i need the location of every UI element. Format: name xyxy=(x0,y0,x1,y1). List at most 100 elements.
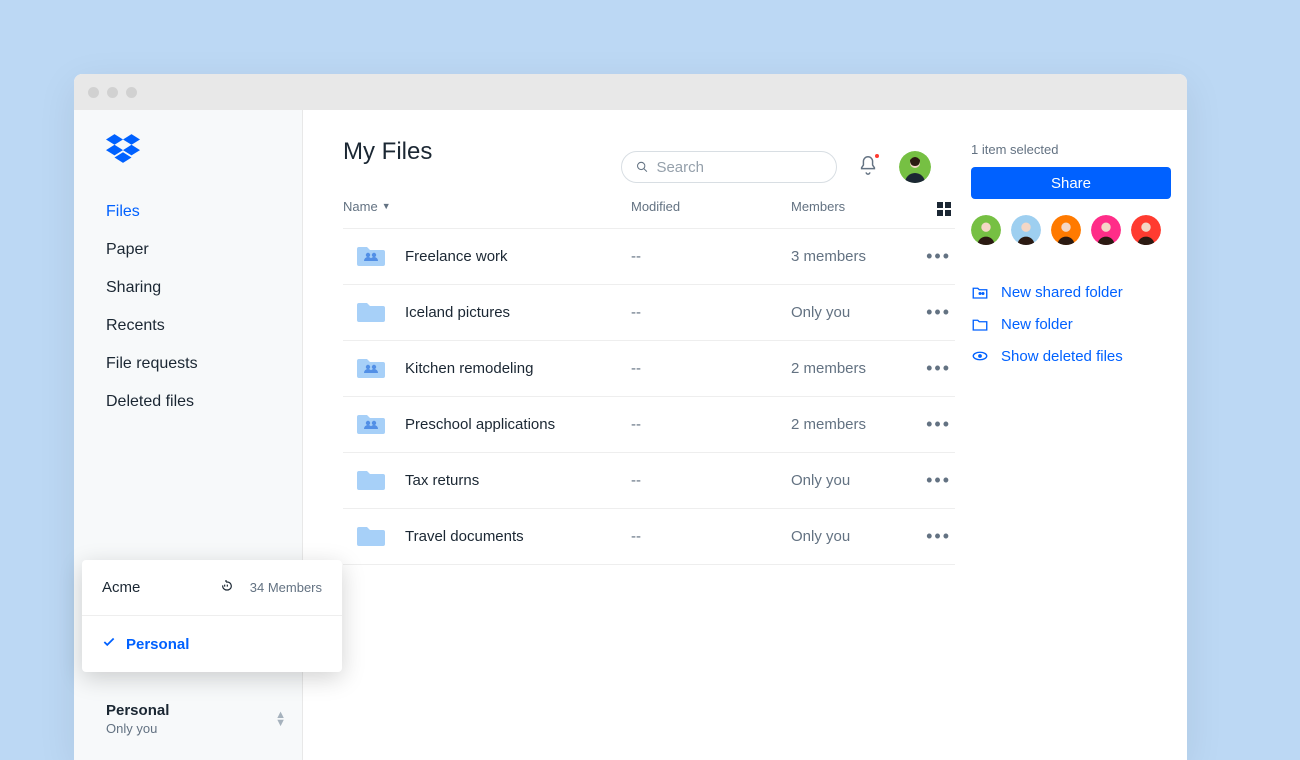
table-row[interactable]: Preschool applications --2 members••• xyxy=(343,397,955,453)
sidebar-item-sharing[interactable]: Sharing xyxy=(90,269,286,307)
column-members[interactable]: Members xyxy=(791,199,911,214)
file-modified: -- xyxy=(631,416,791,433)
file-table: Name ▼ Modified Members Freelance work --… xyxy=(343,196,955,565)
file-name-cell: Preschool applications xyxy=(343,411,631,439)
file-modified: -- xyxy=(631,248,791,265)
account-name: Personal xyxy=(106,702,169,719)
popover-item-acme[interactable]: Acme 34 Members xyxy=(82,560,342,616)
file-modified: -- xyxy=(631,528,791,545)
file-name: Freelance work xyxy=(405,248,508,265)
member-avatar[interactable] xyxy=(1051,215,1081,245)
member-avatar[interactable] xyxy=(1011,215,1041,245)
action-label: Show deleted files xyxy=(1001,348,1123,365)
file-name-cell: Travel documents xyxy=(343,523,631,551)
file-members: 2 members xyxy=(791,416,911,433)
page-title: My Files xyxy=(343,138,432,166)
popover-item-label: Personal xyxy=(126,636,322,653)
folder-icon xyxy=(357,355,385,383)
file-members: Only you xyxy=(791,472,911,489)
folder-icon xyxy=(357,467,385,495)
notification-dot xyxy=(873,152,881,160)
action-new-folder[interactable]: New folder xyxy=(971,315,1163,333)
table-row[interactable]: Iceland pictures--Only you••• xyxy=(343,285,955,341)
table-row[interactable]: Tax returns --Only you••• xyxy=(343,453,955,509)
folder-icon xyxy=(357,243,385,271)
row-more-button[interactable]: ••• xyxy=(911,358,951,379)
row-more-button[interactable]: ••• xyxy=(911,526,951,547)
table-header: Name ▼ Modified Members xyxy=(343,196,955,229)
action-list: New shared folder New folder Show deleted … xyxy=(971,283,1163,365)
dropbox-logo[interactable] xyxy=(74,134,302,193)
share-button[interactable]: Share xyxy=(971,167,1171,199)
eye-icon xyxy=(971,347,989,365)
file-modified: -- xyxy=(631,304,791,321)
file-name: Travel documents xyxy=(405,528,524,545)
sort-toggle-icon: ▲▼ xyxy=(275,711,286,727)
folder-icon xyxy=(357,411,385,439)
file-name: Tax returns xyxy=(405,472,479,489)
account-switcher[interactable]: Personal Only you ▲▼ xyxy=(106,702,286,736)
member-avatar[interactable] xyxy=(971,215,1001,245)
row-more-button[interactable]: ••• xyxy=(911,414,951,435)
search-icon xyxy=(636,160,648,174)
popover-item-personal[interactable]: Personal xyxy=(82,616,342,672)
file-name: Kitchen remodeling xyxy=(405,360,533,377)
search-box[interactable] xyxy=(621,151,837,183)
selection-count: 1 item selected xyxy=(971,142,1163,157)
traffic-light-close[interactable] xyxy=(88,87,99,98)
folder-icon xyxy=(357,523,385,551)
file-name: Preschool applications xyxy=(405,416,555,433)
sidebar-item-paper[interactable]: Paper xyxy=(90,231,286,269)
file-modified: -- xyxy=(631,472,791,489)
view-toggle[interactable] xyxy=(911,196,951,216)
file-members: 2 members xyxy=(791,360,911,377)
row-more-button[interactable]: ••• xyxy=(911,470,951,491)
table-row[interactable]: Kitchen remodeling--2 members••• xyxy=(343,341,955,397)
folder-icon xyxy=(357,299,385,327)
row-more-button[interactable]: ••• xyxy=(911,246,951,267)
sidebar-item-recents[interactable]: Recents xyxy=(90,307,286,345)
grid-icon xyxy=(937,202,951,216)
file-name-cell: Iceland pictures xyxy=(343,299,631,327)
traffic-light-zoom[interactable] xyxy=(126,87,137,98)
table-row[interactable]: Freelance work --3 members••• xyxy=(343,229,955,285)
member-avatars xyxy=(971,215,1163,245)
sidebar-footer: Personal Only you ▲▼ xyxy=(74,690,302,736)
action-label: New folder xyxy=(1001,316,1073,333)
details-panel: 1 item selected Share New shared folderN… xyxy=(955,138,1187,760)
sort-caret-icon: ▼ xyxy=(382,201,391,211)
sidebar-nav: FilesPaperSharingRecentsFile requestsDel… xyxy=(74,193,302,421)
main-area: My Files xyxy=(303,110,1187,760)
window-titlebar xyxy=(74,74,1187,110)
column-modified[interactable]: Modified xyxy=(631,199,791,214)
table-row[interactable]: Travel documents --Only you••• xyxy=(343,509,955,565)
account-popover: Acme 34 Members Personal xyxy=(82,560,342,672)
column-name[interactable]: Name ▼ xyxy=(343,199,631,214)
action-show-deleted-files[interactable]: Show deleted files xyxy=(971,347,1163,365)
action-new-shared-folder[interactable]: New shared folder xyxy=(971,283,1163,301)
shared-folder-icon xyxy=(971,283,989,301)
sidebar-item-files[interactable]: Files xyxy=(90,193,286,231)
file-members: 3 members xyxy=(791,248,911,265)
file-name-cell: Freelance work xyxy=(343,243,631,271)
user-avatar[interactable] xyxy=(899,151,931,183)
center-column: My Files xyxy=(343,138,955,760)
member-avatar[interactable] xyxy=(1091,215,1121,245)
file-members: Only you xyxy=(791,304,911,321)
traffic-light-minimize[interactable] xyxy=(107,87,118,98)
column-name-label: Name xyxy=(343,199,378,214)
file-members: Only you xyxy=(791,528,911,545)
folder-outline-icon xyxy=(971,315,989,333)
notifications-button[interactable] xyxy=(857,154,879,181)
row-more-button[interactable]: ••• xyxy=(911,302,951,323)
page-header: My Files xyxy=(343,138,931,196)
check-icon xyxy=(102,635,116,653)
account-subtitle: Only you xyxy=(106,721,169,736)
sidebar-item-deleted-files[interactable]: Deleted files xyxy=(90,383,286,421)
file-name-cell: Kitchen remodeling xyxy=(343,355,631,383)
sidebar-item-file-requests[interactable]: File requests xyxy=(90,345,286,383)
cursor-icon xyxy=(220,577,236,599)
member-avatar[interactable] xyxy=(1131,215,1161,245)
header-right xyxy=(621,151,931,183)
search-input[interactable] xyxy=(656,159,822,176)
